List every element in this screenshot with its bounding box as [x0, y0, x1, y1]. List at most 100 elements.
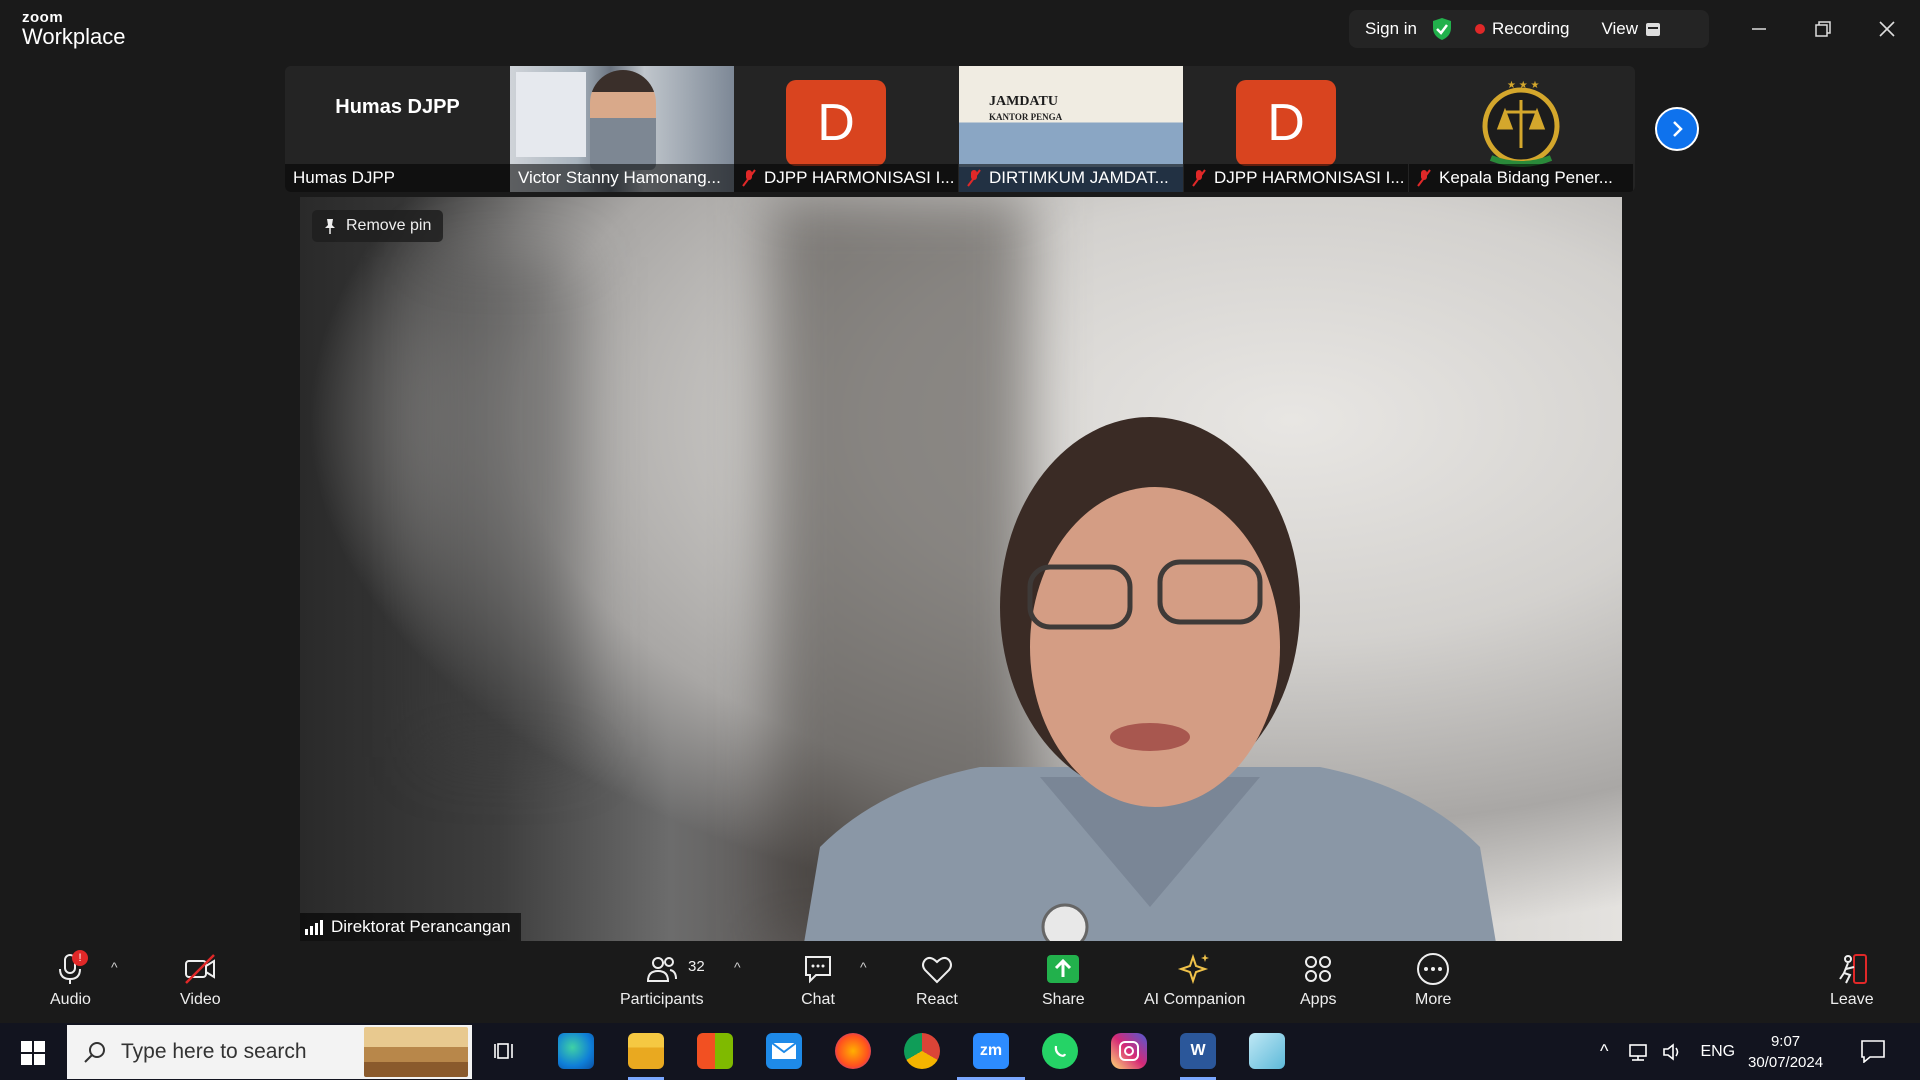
- pinned-speaker-video[interactable]: [300, 197, 1622, 941]
- participant-name-label: Humas DJPP: [285, 164, 510, 192]
- participant-display-name: Humas DJPP: [335, 96, 460, 118]
- microsoft-word-icon[interactable]: W: [1180, 1033, 1216, 1069]
- video-off-icon: [185, 954, 216, 984]
- share-button[interactable]: Share: [1042, 951, 1085, 1009]
- chrome-icon[interactable]: [904, 1033, 940, 1069]
- mic-muted-icon: [742, 169, 756, 187]
- minimize-button[interactable]: [1744, 14, 1774, 44]
- video-button[interactable]: Video: [180, 951, 221, 1009]
- participants-icon: [646, 957, 677, 982]
- system-clock[interactable]: 9:07 30/07/2024: [1748, 1031, 1823, 1073]
- participant-tile[interactable]: ★ ★ ★ Kepala Bidang Pener...: [1409, 66, 1633, 192]
- view-button[interactable]: View: [1601, 19, 1661, 39]
- volume-icon[interactable]: [1662, 1042, 1684, 1062]
- mic-muted-icon: [1192, 169, 1206, 187]
- heart-icon: [921, 956, 952, 984]
- remove-pin-button[interactable]: Remove pin: [312, 210, 444, 242]
- sign-in-link[interactable]: Sign in: [1365, 19, 1417, 39]
- next-page-button[interactable]: [1655, 107, 1699, 151]
- view-label: View: [1601, 19, 1639, 38]
- apps-label: Apps: [1300, 991, 1337, 1008]
- more-label: More: [1415, 991, 1452, 1008]
- remove-pin-label: Remove pin: [346, 217, 432, 234]
- file-explorer-icon[interactable]: [628, 1033, 664, 1069]
- ai-companion-button[interactable]: AI Companion: [1144, 951, 1245, 1009]
- signal-strength-icon: [305, 920, 323, 935]
- close-icon: [1879, 21, 1895, 37]
- recording-label: Recording: [1491, 19, 1570, 38]
- microsoft-store-icon[interactable]: [697, 1033, 733, 1069]
- react-label: React: [916, 991, 958, 1008]
- recording-indicator[interactable]: Recording: [1474, 19, 1570, 39]
- speaker-name: Direktorat Perancangan: [331, 917, 511, 936]
- more-options-icon: [1417, 953, 1450, 985]
- search-icon: [84, 1042, 105, 1063]
- clock-time: 9:07: [1770, 1033, 1801, 1050]
- network-icon[interactable]: [1626, 1042, 1650, 1062]
- leave-button[interactable]: Leave: [1830, 951, 1874, 1009]
- record-dot-icon: [1474, 24, 1485, 34]
- whatsapp-icon[interactable]: [1042, 1033, 1078, 1069]
- participant-tile[interactable]: D DJPP HARMONISASI I...: [734, 66, 958, 192]
- restore-button[interactable]: [1808, 14, 1838, 44]
- zoom-window: zoom Workplace Sign in Recording View Hu…: [0, 0, 1920, 1080]
- close-window-button[interactable]: [1872, 14, 1902, 44]
- taskbar-search-box[interactable]: Type here to search: [67, 1025, 472, 1079]
- firefox-icon[interactable]: [835, 1033, 871, 1069]
- background-blur-shape: [430, 257, 580, 757]
- logo-zoom-text: zoom: [22, 9, 64, 26]
- participant-avatar: D: [1236, 80, 1336, 166]
- participant-name: DIRTIMKUM JAMDAT...: [989, 168, 1169, 187]
- chat-options-caret[interactable]: ^: [860, 959, 867, 975]
- participant-name-label: DJPP HARMONISASI I...: [1184, 164, 1408, 192]
- input-language-indicator[interactable]: ENG: [1700, 1043, 1735, 1061]
- participant-avatar: D: [786, 80, 886, 166]
- share-label: Share: [1042, 991, 1085, 1008]
- apps-button[interactable]: Apps: [1300, 951, 1336, 1009]
- instagram-icon[interactable]: [1111, 1033, 1147, 1069]
- mic-muted-icon: [967, 169, 981, 187]
- participant-name-label: DIRTIMKUM JAMDAT...: [959, 164, 1183, 192]
- audio-options-caret[interactable]: ^: [111, 959, 118, 975]
- svg-text:★ ★ ★: ★ ★ ★: [1507, 80, 1539, 91]
- participant-name-label: DJPP HARMONISASI I...: [734, 164, 958, 192]
- search-placeholder: Type here to search: [121, 1040, 307, 1063]
- notification-center-icon[interactable]: [1860, 1039, 1886, 1063]
- leave-label: Leave: [1830, 991, 1874, 1008]
- edge-browser-icon[interactable]: [558, 1033, 594, 1069]
- audio-alert-badge: !: [72, 950, 88, 966]
- speaker-person-image: [804, 417, 1496, 941]
- windows-taskbar: Type here to search zm W ^ ENG 9:07 30/0…: [0, 1023, 1920, 1080]
- title-bar: zoom Workplace Sign in Recording View: [0, 0, 1920, 62]
- meeting-status-bar: Sign in Recording View: [1349, 10, 1709, 48]
- ai-companion-label: AI Companion: [1144, 991, 1246, 1008]
- react-button[interactable]: React: [916, 951, 958, 1009]
- participant-name: DJPP HARMONISASI I...: [1214, 168, 1405, 187]
- participant-thumbnail-strip: Humas DJPP Humas DJPP Victor Stanny Hamo…: [285, 66, 1635, 192]
- zoom-logo: zoom Workplace: [22, 10, 126, 48]
- more-button[interactable]: More: [1415, 951, 1451, 1009]
- video-label: Video: [180, 991, 221, 1008]
- chat-icon: [805, 956, 831, 984]
- chat-button[interactable]: Chat: [800, 951, 836, 1009]
- sparkle-icon: [1177, 953, 1209, 985]
- participant-tile[interactable]: Victor Stanny Hamonang...: [510, 66, 734, 192]
- participant-name-label: Kepala Bidang Pener...: [1409, 164, 1633, 192]
- system-tray: ^ ENG: [1600, 1023, 1735, 1080]
- windows-start-icon[interactable]: [20, 1040, 46, 1066]
- mic-muted-icon: [1417, 169, 1431, 187]
- participant-tile[interactable]: Humas DJPP Humas DJPP: [285, 66, 510, 192]
- notepad-app-icon[interactable]: [1249, 1033, 1285, 1069]
- participant-tile[interactable]: D DJPP HARMONISASI I...: [1184, 66, 1408, 192]
- encryption-shield-icon[interactable]: [1431, 17, 1453, 41]
- event-banner-image: [516, 72, 586, 157]
- zoom-app-icon[interactable]: zm: [973, 1033, 1009, 1069]
- participant-name: Kepala Bidang Pener...: [1439, 168, 1613, 187]
- participants-options-caret[interactable]: ^: [734, 959, 741, 975]
- show-hidden-icons-chevron-icon[interactable]: ^: [1600, 1041, 1608, 1062]
- speaker-name-label: Direktorat Perancangan: [300, 913, 521, 941]
- participant-person-image: [590, 70, 656, 170]
- mail-icon[interactable]: [766, 1033, 802, 1069]
- participant-tile[interactable]: JAMDATU KANTOR PENGA DIRTIMKUM JAMDAT...: [959, 66, 1183, 192]
- task-view-icon[interactable]: [488, 1033, 524, 1069]
